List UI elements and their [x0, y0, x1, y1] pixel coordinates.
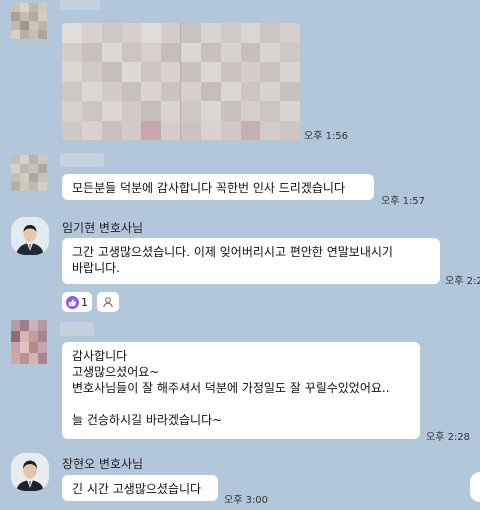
reaction-like[interactable]: 1	[62, 292, 92, 312]
message-time: 오후 1:57	[381, 196, 426, 207]
sender-avatar[interactable]	[11, 453, 49, 491]
sender-avatar[interactable]	[11, 217, 49, 255]
person-icon	[102, 296, 114, 308]
message-bubble[interactable]: 긴 시간 고생많으셨습니다	[62, 475, 218, 501]
sender-name-blurred	[60, 153, 104, 167]
sender-name-blurred	[60, 322, 94, 336]
sender-avatar-blurred-3[interactable]	[11, 320, 47, 364]
message-bubble[interactable]: 감사합니다 고생많으셨어요~ 변호사님들이 잘 해주셔서 덕분에 가정일도 잘 …	[62, 342, 420, 439]
sender-name: 장현오 변호사님	[62, 457, 144, 471]
thumbs-up-icon	[66, 295, 79, 309]
message-time: 오후 2:28	[426, 432, 471, 443]
add-reaction-button[interactable]	[97, 292, 119, 312]
message-bubble[interactable]: 모든분들 덕분에 감사합니다 꼭한번 인사 드리겠습니다	[62, 174, 374, 200]
sender-name: 임기현 변호사님	[62, 221, 144, 235]
message-time: 오후 1:56	[304, 131, 349, 142]
message-bubble[interactable]: 그간 고생많으셨습니다. 이제 잊어버리시고 편안한 연말보내시기 바랍니다.	[62, 238, 440, 284]
reaction-count: 1	[81, 295, 88, 309]
photo-message[interactable]	[62, 23, 300, 140]
sender-avatar-blurred-1[interactable]	[11, 3, 47, 39]
message-time: 오후 2:2	[445, 276, 480, 287]
sender-avatar-blurred-2[interactable]	[11, 155, 47, 191]
sender-name-blurred	[60, 0, 100, 10]
scroll-to-bottom-button[interactable]	[470, 472, 480, 502]
message-time: 오후 3:00	[224, 495, 269, 506]
